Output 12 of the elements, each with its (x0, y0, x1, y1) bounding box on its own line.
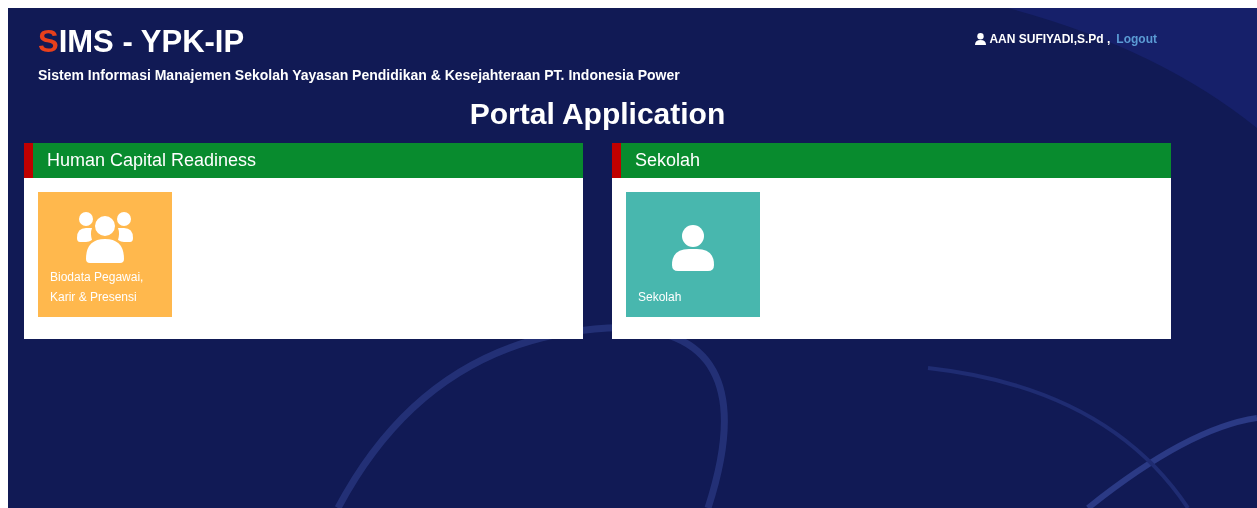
panel-header: Sekolah (612, 143, 1171, 178)
app-tile[interactable]: Sekolah (626, 192, 760, 317)
user-name: AAN SUFIYADI,S.Pd , (989, 32, 1111, 46)
logout-link[interactable]: Logout (1116, 32, 1157, 46)
app-title: SIMS - YPK-IP (38, 24, 245, 60)
panel-header: Human Capital Readiness (24, 143, 583, 178)
person-icon (672, 224, 714, 271)
people-icon (76, 210, 134, 265)
user-icon (975, 33, 987, 45)
app-tile[interactable]: Biodata Pegawai, Karir & Presensi (38, 192, 172, 317)
page-title: Portal Application (468, 96, 727, 132)
app-subtitle: Sistem Informasi Manajemen Sekolah Yayasan Pendidikan & Kesejahteraan PT. Indonesia Power (38, 67, 681, 83)
